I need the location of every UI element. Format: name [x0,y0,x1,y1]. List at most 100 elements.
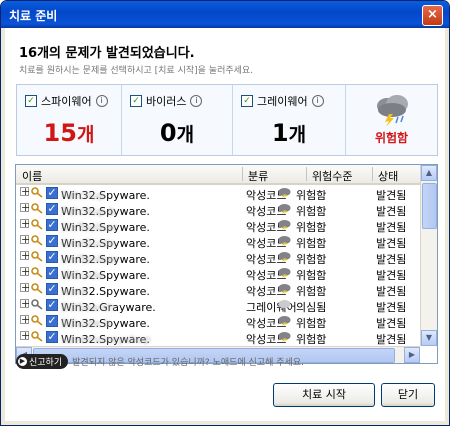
key-icon [31,219,43,230]
expand-icon[interactable]: + [20,202,30,213]
virus-count: 0 [159,119,177,147]
key-icon [31,331,43,342]
row-checkbox[interactable]: ✓ [46,299,58,311]
table-row[interactable]: + ✓ Win32.Spyware. savemoneyshop 악성코드 위험함 발견됨 [16,329,420,346]
expand-icon[interactable]: + [20,314,30,325]
risk-level-label: 위험함 [374,131,409,145]
info-icon[interactable]: i [311,95,324,107]
key-icon [31,315,43,326]
spyware-count-value: 15개 [17,119,121,147]
info-icon[interactable]: i [190,95,203,107]
spyware-count-unit: 개 [76,124,95,146]
table-row[interactable]: + ✓ Win32.Spyware. Patchup 악성코드 위험함 발견됨 [16,185,420,202]
table-header: 이름 분류 위험수준 상태 [16,165,420,185]
row-checkbox[interactable]: ✓ [46,283,58,295]
report-text: 발견되지 않은 악성코드가 있습니까? 노애드에 신고해 주세요. [72,358,304,368]
row-checkbox[interactable]: ✓ [46,251,58,263]
scroll-up-arrow-icon[interactable]: ▲ [421,165,437,181]
grayware-count-unit: 개 [288,124,307,146]
scroll-down-arrow-icon[interactable]: ▼ [421,330,437,346]
spyware-checkbox[interactable]: ✓ [25,95,37,107]
row-checkbox[interactable]: ✓ [46,331,58,343]
key-icon [31,251,43,262]
spyware-count: 15 [43,119,77,147]
grayware-count-value: 1개 [233,119,345,147]
storm-cloud-icon [278,252,291,262]
report-button[interactable]: ▶ 신고하기 [16,354,69,369]
storm-cloud-icon [278,268,291,278]
expand-icon[interactable]: + [20,234,30,245]
storm-cloud-icon [278,204,291,214]
expand-icon[interactable]: + [20,330,30,341]
key-icon [31,235,43,246]
grayware-summary: ✓ 그레이웨어 i 1개 [233,85,346,155]
key-icon [31,283,43,294]
table-row[interactable]: + ✓ Win32.Spyware. ware 악성코드 위험함 발견됨 [16,281,420,298]
expand-icon[interactable]: + [20,250,30,261]
row-checkbox[interactable]: ✓ [46,315,58,327]
storm-cloud-icon [278,316,291,326]
report-bar: ▶ 신고하기 발견되지 않은 악성코드가 있습니까? 노애드에 신고해 주세요. [16,354,304,369]
scroll-right-arrow-icon[interactable]: ▶ [404,347,420,363]
info-icon[interactable]: i [95,95,108,107]
row-checkbox[interactable]: ✓ [46,187,58,199]
storm-cloud-icon [377,95,408,127]
treatment-dialog: 치료 준비 × 16개의 문제가 발견되었습니다. 치료를 원하시는 문제를 선… [0,0,450,426]
key-icon [31,187,43,198]
key-icon [31,267,43,278]
storm-cloud-icon [278,220,291,230]
spyware-summary: ✓ 스파이웨어 i 15개 [17,85,122,155]
row-checkbox[interactable]: ✓ [46,219,58,231]
cloud-icon [278,300,291,308]
row-checkbox[interactable]: ✓ [46,203,58,215]
table-row[interactable]: + ✓ Win32.Spyware. IBGuide 악성코드 위험함 발견됨 [16,265,420,282]
report-button-label: 신고하기 [29,358,63,368]
grayware-checkbox[interactable]: ✓ [241,95,253,107]
start-treatment-button[interactable]: 치료 시작 [273,383,375,407]
grayware-label: 그레이웨어 [257,95,308,108]
risk-summary: 위험함 [346,85,437,155]
vertical-scrollbar[interactable]: ▲ ▼ [420,165,437,346]
table-row[interactable]: + ✓ Win32.Spyware. BGuide.b 악성코드 위험함 발견됨 [16,313,420,330]
expand-icon[interactable]: + [20,218,30,229]
dialog-content: 16개의 문제가 발견되었습니다. 치료를 원하시는 문제를 선택하시고 [치료… [5,28,445,421]
summary-panel: ✓ 스파이웨어 i 15개 ✓ 바이러스 i 0개 ✓ 그레이웨어 i 1개 위… [16,84,438,156]
storm-cloud-icon [278,284,291,294]
expand-icon[interactable]: + [20,186,30,197]
scroll-thumb[interactable] [422,183,437,229]
virus-count-value: 0개 [122,119,232,147]
grayware-count: 1 [271,119,289,147]
column-header-status[interactable]: 상태 [378,168,398,184]
virus-summary: ✓ 바이러스 i 0개 [122,85,233,155]
expand-icon[interactable]: + [20,266,30,277]
table-row[interactable]: + ✓ Win32.Spyware. Patchup.b 악성코드 위험함 발견됨 [16,201,420,218]
key-icon [31,299,43,310]
column-header-level[interactable]: 위험수준 [312,168,352,184]
row-checkbox[interactable]: ✓ [46,267,58,279]
close-button[interactable]: 닫기 [381,383,435,407]
table-row[interactable]: + ✓ Win32.Spyware. OneGuide 악성코드 위험함 발견됨 [16,233,420,250]
column-header-name[interactable]: 이름 [22,168,42,184]
expand-icon[interactable]: + [20,298,30,309]
storm-cloud-icon [278,236,291,246]
spyware-label: 스파이웨어 [41,95,92,108]
arrow-circle-icon: ▶ [18,357,27,366]
column-header-category[interactable]: 분류 [248,168,268,184]
virus-count-unit: 개 [176,124,195,146]
result-headline: 16개의 문제가 발견되었습니다. [19,46,195,61]
virus-label: 바이러스 [146,95,187,108]
table-row[interactable]: + ✓ Win32.Spyware. UniToolbar 악성코드 위험함 발견됨 [16,249,420,266]
storm-cloud-icon [278,188,291,198]
table-row[interactable]: + ✓ Win32.Grayware. BOSearch 그레이웨어 의심됨 발견됨 [16,297,420,314]
close-icon[interactable]: × [422,5,443,26]
instruction-text: 치료를 원하시는 문제를 선택하시고 [치료 시작]을 눌러주세요. [19,66,254,76]
storm-cloud-icon [278,332,291,342]
table-row[interactable]: + ✓ Win32.Spyware. SixToolbar 악성코드 위험함 발견됨 [16,217,420,234]
detected-items-table: 이름 분류 위험수준 상태 + ✓ Win32.Spyware. Patchup 악성코… [15,164,438,364]
title-bar[interactable]: 치료 준비 × [1,1,449,28]
window-title: 치료 준비 [9,9,58,23]
expand-icon[interactable]: + [20,282,30,293]
virus-checkbox[interactable]: ✓ [130,95,142,107]
key-icon [31,203,43,214]
row-checkbox[interactable]: ✓ [46,235,58,247]
